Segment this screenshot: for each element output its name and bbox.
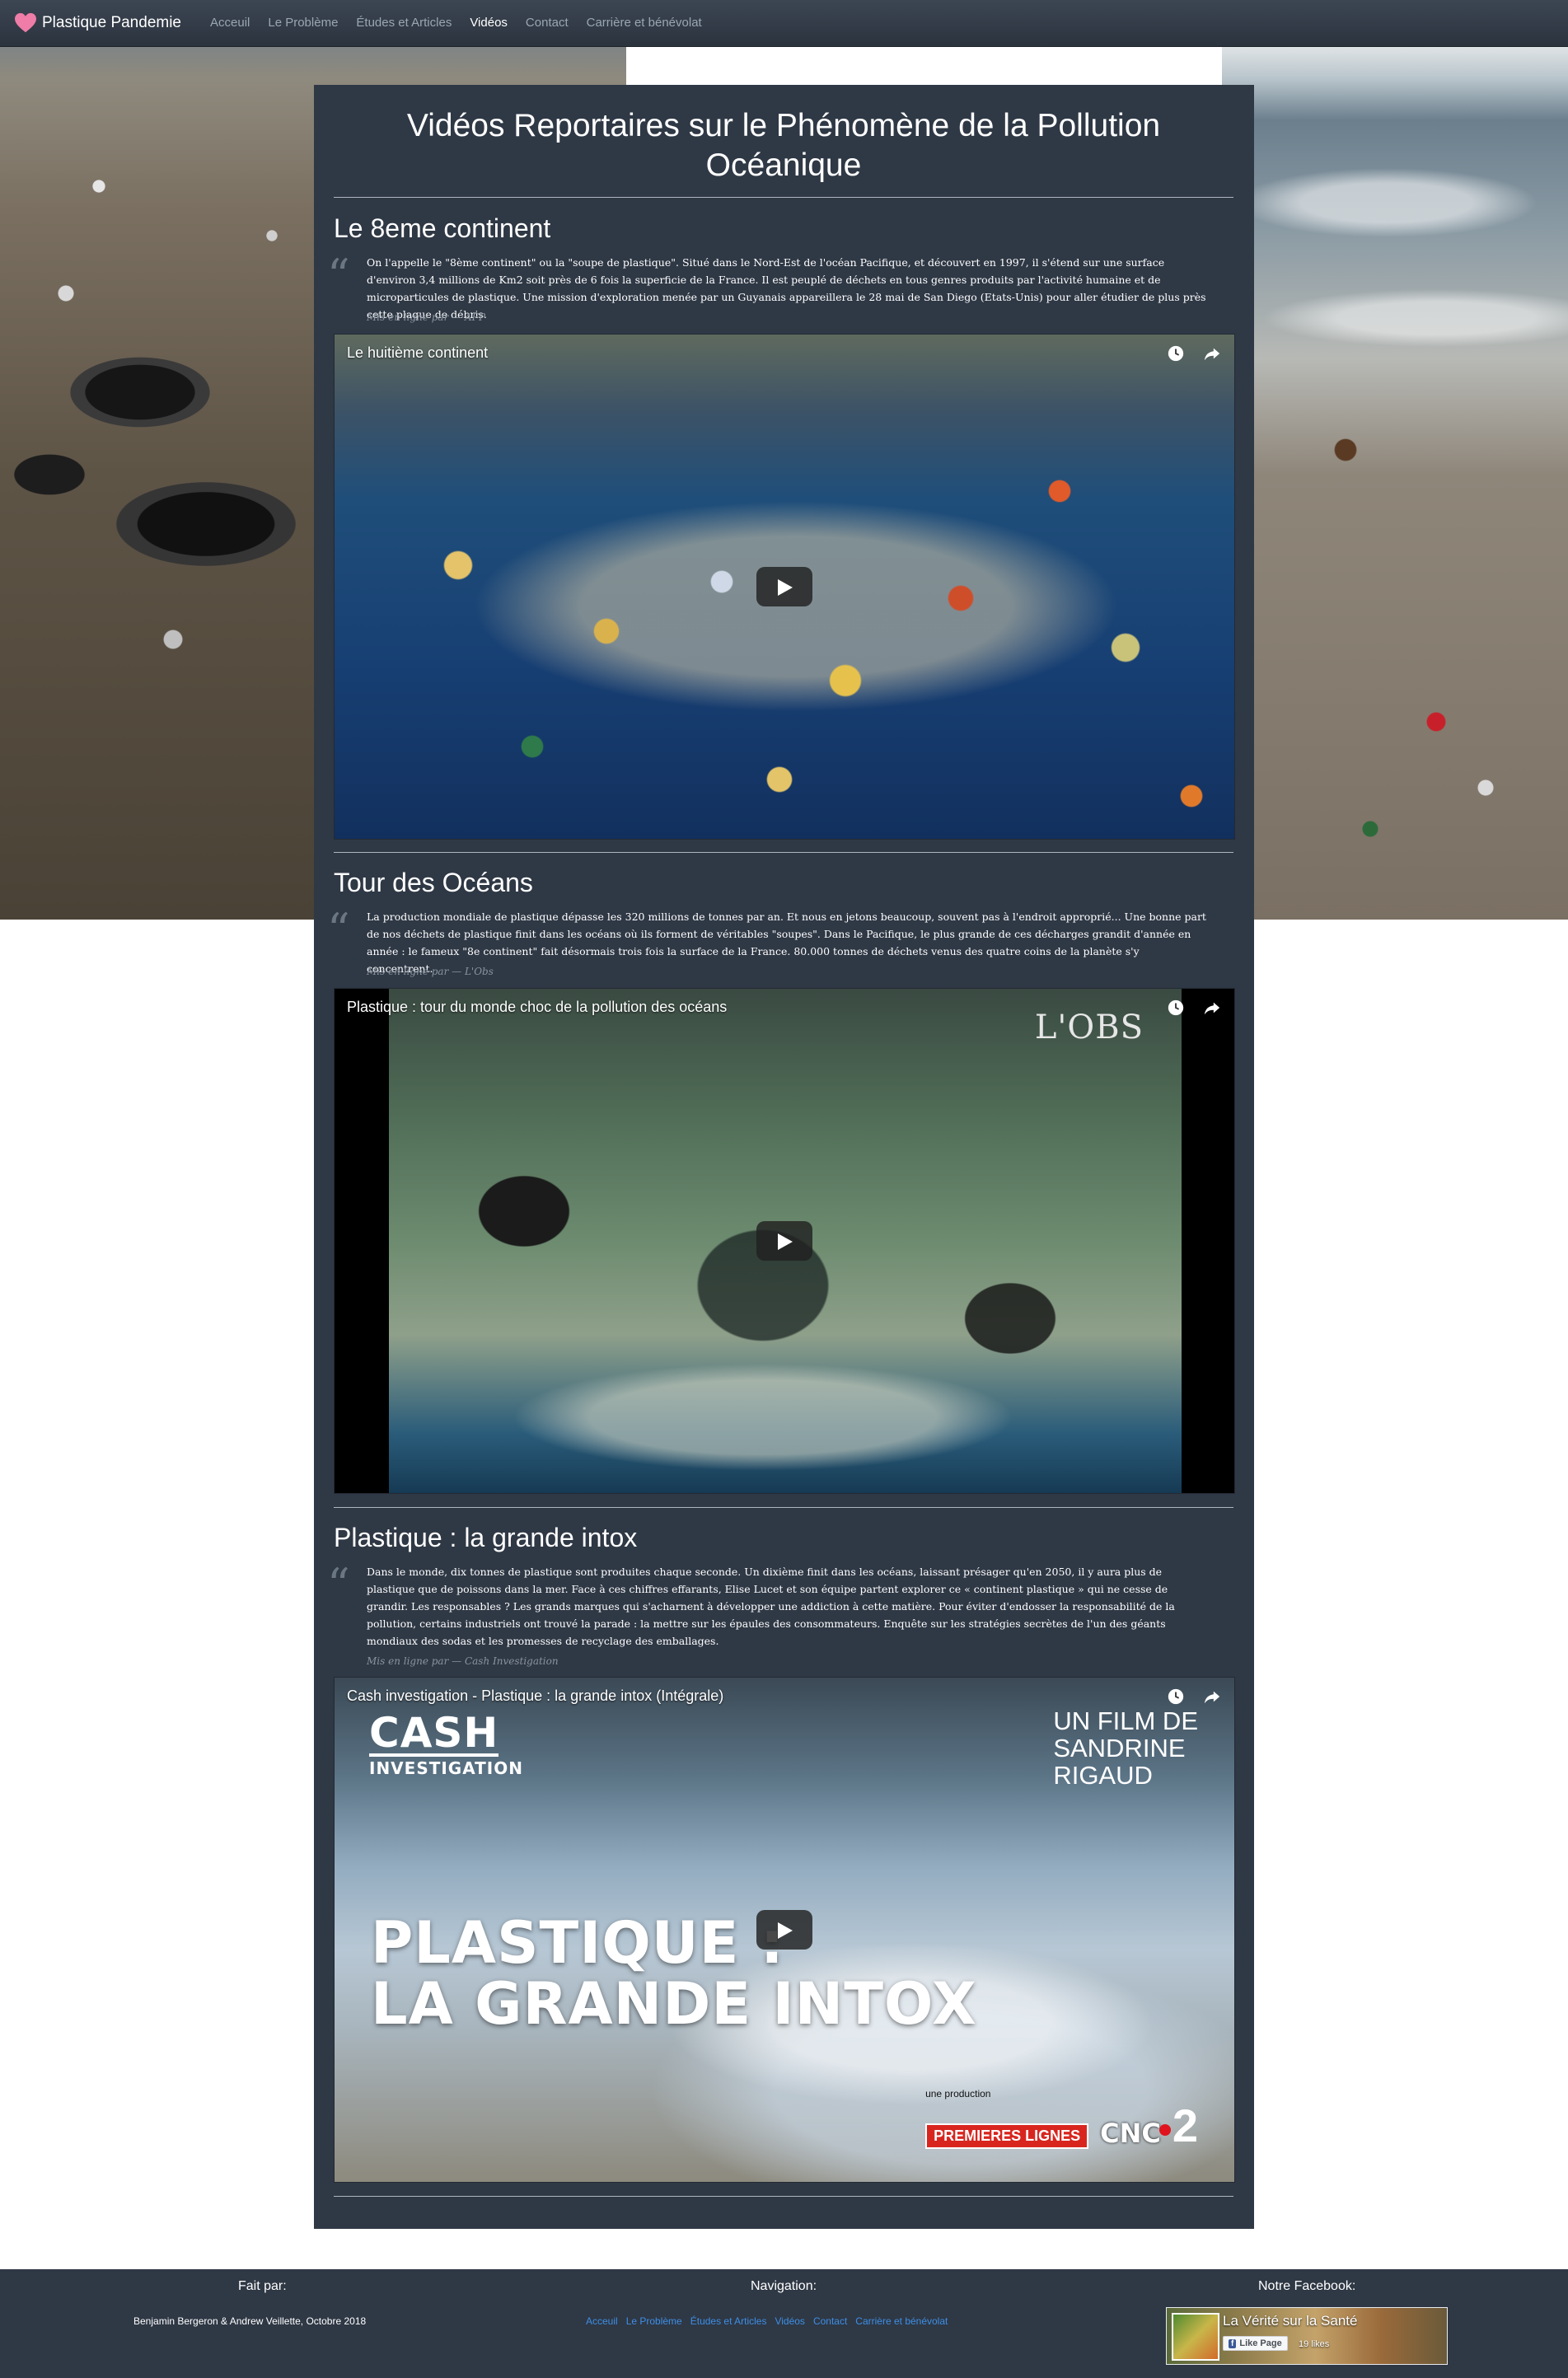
footer-nav-links: Acceuil Le Problème Études et Articles V… xyxy=(586,2315,948,2327)
section-title-tour-des-oceans: Tour des Océans xyxy=(334,868,533,897)
videos-panel: Vidéos Reportaires sur le Phénomène de l… xyxy=(314,85,1254,2229)
poster-title: PLASTIQUE : LA GRANDE INTOX xyxy=(371,1909,977,2038)
polluted-beach-right xyxy=(1222,46,1568,920)
top-navbar: Plastique Pandemie Acceuil Le Problème É… xyxy=(0,0,1568,47)
divider xyxy=(334,197,1233,198)
heart-icon xyxy=(15,12,36,33)
cnc-logo: CNC xyxy=(1100,2118,1161,2149)
page-title: Vidéos Reportaires sur le Phénomène de l… xyxy=(406,108,1161,183)
facebook-icon: f xyxy=(1229,2338,1237,2348)
facebook-like-count: 19 likes xyxy=(1299,2339,1330,2349)
section-quote-text: Dans le monde, dix tonnes de plastique s… xyxy=(367,1566,1175,1647)
share-icon[interactable] xyxy=(1203,999,1221,1017)
divider xyxy=(334,2196,1233,2197)
nav-link-videos[interactable]: Vidéos xyxy=(470,16,508,30)
watch-later-icon[interactable] xyxy=(1167,1688,1185,1706)
brand-name: Plastique Pandemie xyxy=(42,14,181,31)
france2-logo: 2 xyxy=(1158,2099,1198,2151)
facebook-page-widget[interactable]: La Vérité sur la Santé f Like Page 19 li… xyxy=(1166,2307,1448,2365)
section-quote-source: Mis en ligne par — Cash Investigation xyxy=(367,1655,559,1667)
obs-logo: L'OBS xyxy=(1034,1009,1144,1046)
play-button[interactable] xyxy=(756,1221,812,1261)
share-icon[interactable] xyxy=(1203,344,1221,363)
footer-facebook-title: Notre Facebook: xyxy=(1258,2279,1356,2293)
watch-later-icon[interactable] xyxy=(1167,344,1185,363)
video-title[interactable]: Le huitième continent xyxy=(347,344,488,362)
facebook-like-button[interactable]: f Like Page xyxy=(1223,2336,1288,2351)
footer-made-by-text: Benjamin Bergeron & Andrew Veillette, Oc… xyxy=(133,2315,367,2327)
footer-link-acceuil[interactable]: Acceuil xyxy=(586,2315,618,2327)
nav-link-contact[interactable]: Contact xyxy=(526,16,569,30)
footer-nav-title: Navigation: xyxy=(751,2279,817,2293)
section-title-grande-intox: Plastique : la grande intox xyxy=(334,1523,638,1552)
video-player-tour-des-oceans[interactable]: Plastique : tour du monde choc de la pol… xyxy=(334,988,1235,1494)
section-title-8eme-continent: Le 8eme continent xyxy=(334,213,551,243)
play-button[interactable] xyxy=(756,567,812,606)
video-title[interactable]: Cash investigation - Plastique : la gran… xyxy=(347,1688,723,1705)
nav-link-probleme[interactable]: Le Problème xyxy=(268,16,338,30)
watch-later-icon[interactable] xyxy=(1167,999,1185,1017)
footer-link-contact[interactable]: Contact xyxy=(813,2315,847,2327)
quote-icon: “ xyxy=(327,1559,350,1611)
share-icon[interactable] xyxy=(1203,1688,1221,1706)
play-button[interactable] xyxy=(756,1910,812,1950)
video-title[interactable]: Plastique : tour du monde choc de la pol… xyxy=(347,999,727,1016)
nav-link-etudes[interactable]: Études et Articles xyxy=(356,16,452,30)
footer-made-by-title: Fait par: xyxy=(238,2279,287,2293)
premieres-lignes-logo: PREMIERES LIGNES xyxy=(925,2123,1089,2149)
production-credits: une production PREMIERES LIGNES CNC 2 xyxy=(925,2088,1198,2151)
film-credit: UN FILM DE SANDRINE RIGAUD xyxy=(1053,1706,1198,1790)
footer: Fait par: Benjamin Bergeron & Andrew Vei… xyxy=(0,2269,1568,2378)
facebook-page-name[interactable]: La Vérité sur la Santé xyxy=(1223,2313,1357,2329)
section-quote-text: On l'appelle le "8ème continent" ou la "… xyxy=(367,256,1206,321)
divider xyxy=(334,1507,1233,1508)
footer-link-probleme[interactable]: Le Problème xyxy=(626,2315,682,2327)
nav-link-acceuil[interactable]: Acceuil xyxy=(210,16,250,30)
divider xyxy=(334,852,1233,853)
footer-link-carriere[interactable]: Carrière et bénévolat xyxy=(855,2315,948,2327)
video-player-grande-intox[interactable]: Cash investigation - Plastique : la gran… xyxy=(334,1677,1235,2183)
facebook-page-avatar[interactable] xyxy=(1172,2313,1219,2361)
footer-link-etudes[interactable]: Études et Articles xyxy=(690,2315,767,2327)
quote-icon: “ xyxy=(327,250,350,302)
footer-link-videos[interactable]: Vidéos xyxy=(775,2315,804,2327)
section-quote-source: Mis en ligne par — L'Obs xyxy=(367,966,494,977)
nav-link-carriere[interactable]: Carrière et bénévolat xyxy=(587,16,702,30)
quote-icon: “ xyxy=(327,904,350,956)
video-player-8eme-continent[interactable]: Le huitième continent xyxy=(334,334,1235,840)
cash-investigation-logo: CASH INVESTIGATION xyxy=(369,1709,523,1778)
section-quote-source: Mis en ligne par — AFP xyxy=(367,311,486,323)
brand-link[interactable]: Plastique Pandemie xyxy=(14,12,181,35)
nav-links: Acceuil Le Problème Études et Articles V… xyxy=(210,16,702,30)
